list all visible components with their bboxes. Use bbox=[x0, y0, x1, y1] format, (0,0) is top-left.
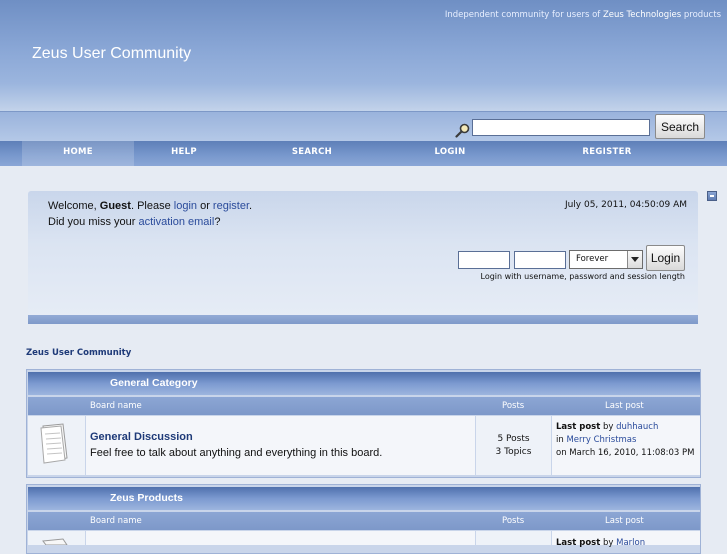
last-post-by: by bbox=[602, 422, 614, 432]
search-input[interactable] bbox=[472, 119, 650, 136]
session-length-select[interactable]: Forever bbox=[569, 250, 643, 269]
tagline-prefix: Independent community for users of bbox=[444, 10, 601, 20]
nav-search[interactable]: SEARCH bbox=[262, 141, 362, 166]
search-button[interactable]: Search bbox=[655, 114, 705, 139]
welcome-please: . Please bbox=[130, 200, 171, 212]
activation-suffix: ? bbox=[214, 216, 221, 228]
password-input[interactable] bbox=[514, 251, 566, 269]
board-title-link[interactable]: General Discussion bbox=[90, 431, 193, 443]
board-post-count: 5 Posts bbox=[497, 434, 530, 444]
board-description: Feel free to talk about anything and eve… bbox=[90, 447, 383, 459]
column-posts: Posts bbox=[502, 516, 525, 526]
board-last-post: Last post by duhhauch in Merry Christmas… bbox=[556, 421, 696, 460]
login-hint: Login with username, password and sessio… bbox=[480, 272, 686, 281]
last-post-label: Last post bbox=[556, 538, 601, 548]
column-last-post: Last post bbox=[605, 516, 644, 526]
site-title[interactable]: Zeus User Community bbox=[32, 45, 191, 63]
chevron-down-icon bbox=[627, 251, 642, 268]
last-post-user-link[interactable]: Marlon bbox=[616, 538, 645, 548]
zeus-technologies-link[interactable]: Zeus Technologies bbox=[603, 10, 681, 20]
welcome-or: or bbox=[200, 200, 210, 212]
nav-help[interactable]: HELP bbox=[134, 141, 234, 166]
username-input[interactable] bbox=[458, 251, 510, 269]
nav-home[interactable]: HOME bbox=[22, 141, 134, 166]
activation-prefix: Did you miss your bbox=[48, 216, 136, 228]
last-post-user-link[interactable]: duhhauch bbox=[616, 422, 658, 432]
welcome-period: . bbox=[249, 200, 253, 212]
collapse-icon[interactable] bbox=[707, 191, 717, 201]
welcome-prefix: Welcome, bbox=[48, 200, 97, 212]
guest-name: Guest bbox=[99, 200, 131, 212]
board-no-new-posts-icon[interactable] bbox=[37, 422, 71, 464]
activation-email-link[interactable]: activation email bbox=[138, 216, 214, 228]
last-post-topic-link[interactable]: Merry Christmas bbox=[566, 435, 636, 445]
tagline-suffix: products bbox=[683, 10, 721, 20]
login-button[interactable]: Login bbox=[646, 245, 685, 271]
board-info-cell bbox=[86, 531, 475, 545]
board-stats-cell bbox=[476, 531, 551, 545]
last-post-label: Last post bbox=[556, 422, 601, 432]
session-length-value: Forever bbox=[576, 254, 609, 264]
board-no-new-posts-icon[interactable] bbox=[37, 537, 71, 545]
column-board-name: Board name bbox=[90, 516, 142, 526]
nav-login[interactable]: LOGIN bbox=[400, 141, 500, 166]
last-post-date: on March 16, 2010, 11:08:03 PM bbox=[556, 448, 695, 458]
last-post-by: by bbox=[602, 538, 614, 548]
search-icon bbox=[455, 123, 470, 138]
board-topic-count: 3 Topics bbox=[495, 447, 532, 457]
register-link[interactable]: register bbox=[213, 200, 249, 212]
site-tagline: Independent community for users of Zeus … bbox=[445, 10, 721, 20]
column-posts: Posts bbox=[502, 401, 525, 411]
category-title[interactable]: General Category bbox=[110, 377, 198, 389]
board-info-cell bbox=[86, 416, 475, 475]
user-panel-footer bbox=[28, 315, 698, 324]
current-date: July 05, 2011, 04:50:09 AM bbox=[564, 200, 687, 210]
column-last-post: Last post bbox=[605, 401, 644, 411]
category-title[interactable]: Zeus Products bbox=[110, 492, 183, 504]
breadcrumb[interactable]: Zeus User Community bbox=[26, 348, 131, 358]
board-last-post: Last post by Marlon bbox=[556, 537, 696, 550]
welcome-message: Welcome, Guest. Please login or register… bbox=[48, 200, 252, 212]
column-board-name: Board name bbox=[90, 401, 142, 411]
nav-register[interactable]: REGISTER bbox=[557, 141, 657, 166]
login-link[interactable]: login bbox=[174, 200, 197, 212]
board-stats-cell bbox=[476, 416, 551, 475]
last-post-in: in bbox=[556, 435, 564, 445]
activation-message: Did you miss your activation email? bbox=[48, 216, 220, 228]
